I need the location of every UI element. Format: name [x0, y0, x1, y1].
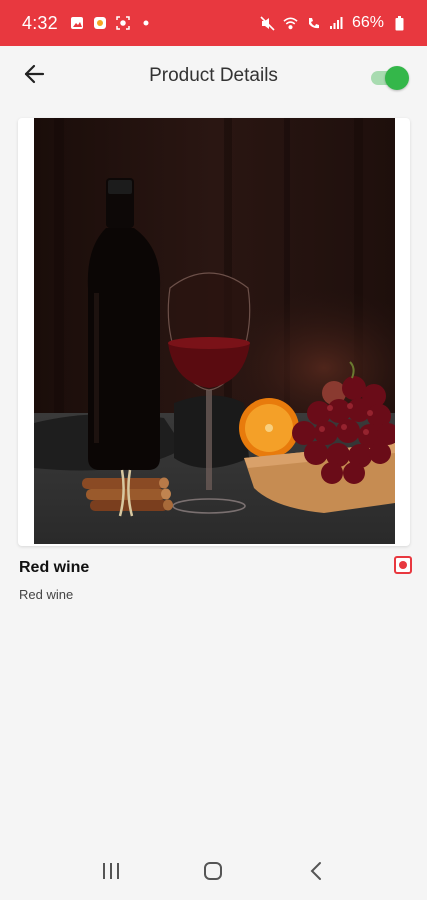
app-bar: Product Details: [0, 46, 427, 106]
page-title: Product Details: [149, 65, 278, 86]
product-name: Red wine: [19, 559, 90, 576]
screenshot-icon: [116, 16, 131, 31]
status-left: 4:32: [22, 13, 154, 34]
status-bar: 4:32 66%: [0, 0, 427, 46]
signal-icon: [329, 16, 344, 31]
product-image: [34, 118, 395, 544]
mute-icon: [260, 15, 275, 31]
product-card[interactable]: [18, 118, 410, 546]
home-button[interactable]: [193, 853, 233, 893]
wifi-call-icon: [306, 16, 321, 31]
wifi-icon: [283, 16, 298, 31]
select-checkbox[interactable]: [394, 556, 412, 574]
toggle-knob: [385, 66, 409, 90]
system-nav-bar: [0, 846, 427, 900]
battery-percent: 66%: [351, 14, 384, 31]
selected-indicator-icon: [399, 561, 407, 569]
dot-icon: [139, 16, 154, 31]
back-chevron-icon: [309, 861, 323, 886]
home-icon: [202, 860, 224, 887]
status-time: 4:32: [22, 12, 58, 33]
arrow-left-icon: [23, 63, 45, 90]
recents-button[interactable]: [91, 853, 131, 893]
battery-icon: [392, 15, 407, 31]
status-right: 66%: [260, 14, 407, 32]
recents-icon: [101, 862, 121, 885]
product-description: Red wine: [19, 587, 74, 602]
toggle-switch[interactable]: [369, 66, 409, 90]
gallery-icon: [70, 16, 85, 31]
app-notification-icon: [93, 16, 108, 31]
system-back-button[interactable]: [296, 853, 336, 893]
back-button[interactable]: [20, 62, 48, 90]
